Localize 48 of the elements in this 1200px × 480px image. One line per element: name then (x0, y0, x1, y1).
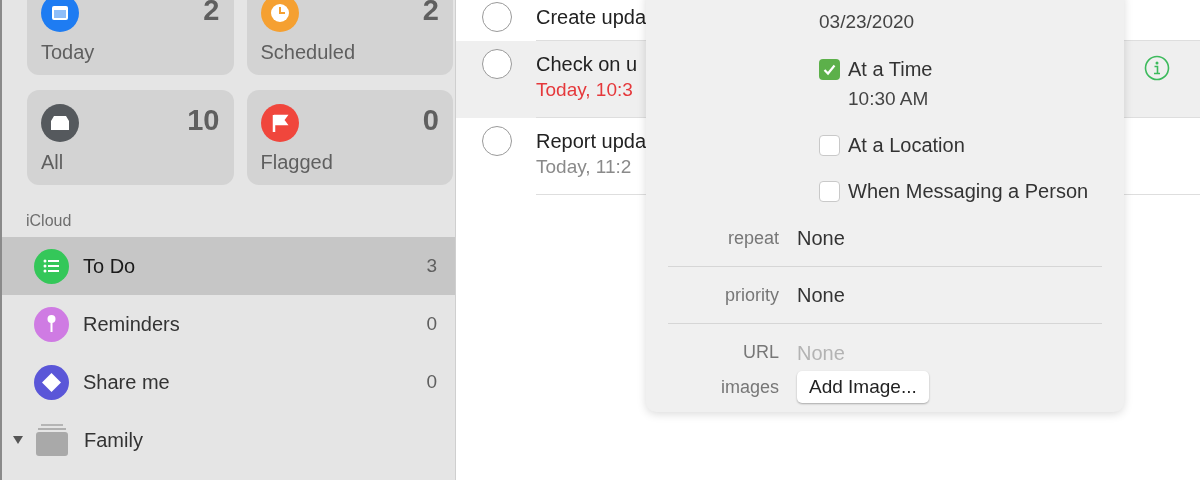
card-label: All (41, 152, 65, 172)
reminder-date[interactable]: 03/23/2020 (819, 9, 915, 35)
count: 0 (422, 106, 439, 135)
list-count: 0 (426, 311, 437, 336)
field-label: repeat (726, 226, 779, 250)
list-count: 0 (426, 369, 437, 394)
card-label: Flagged (260, 152, 334, 172)
option-label: At a Location (848, 133, 965, 158)
card-label: Scheduled (260, 42, 357, 62)
card-label: Today (41, 42, 96, 62)
due-date: Today, 10:3 (536, 78, 633, 102)
option-detail[interactable]: 10:30 AM (848, 86, 929, 112)
info-icon[interactable] (1144, 55, 1170, 81)
disclosure-triangle-icon[interactable] (12, 434, 24, 446)
field-label: URL (742, 341, 779, 364)
count: 10 (187, 106, 220, 135)
smart-list-card[interactable]: 2 Today (27, 0, 234, 75)
sidebar-item[interactable]: Reminders 0 (2, 295, 455, 353)
checkbox[interactable] (819, 180, 840, 202)
task-title: Report upda (536, 129, 647, 154)
checkbox[interactable] (819, 58, 840, 80)
count: 2 (203, 0, 220, 25)
task-title: Create upda (536, 5, 647, 30)
field-label: images (719, 375, 779, 399)
checkbox[interactable] (819, 134, 840, 156)
sidebar-item[interactable]: Share me 0 (2, 353, 455, 411)
field-value[interactable]: None (797, 223, 845, 253)
section-heading: iCloud (25, 213, 73, 229)
list-name: Share me (83, 370, 171, 395)
folder-icon (34, 422, 70, 458)
smart-list-card[interactable]: 0 Flagged (246, 90, 453, 185)
smart-list-card[interactable]: 10 All (27, 90, 234, 185)
field-value[interactable]: None (797, 280, 845, 310)
due-date: Today, 11:2 (536, 155, 632, 179)
url-field[interactable]: None (797, 337, 1077, 368)
smart-list-card[interactable]: 2 Scheduled (246, 0, 453, 75)
sidebar-item[interactable]: To Do 3 (2, 237, 455, 295)
task-title: Check on u (536, 52, 638, 77)
list-name: Family (84, 428, 144, 453)
count: 2 (422, 0, 439, 25)
add-image-button[interactable]: Add Image... (797, 371, 929, 403)
field-label: priority (724, 283, 779, 307)
option-label: At a Time (848, 57, 933, 82)
option-label: When Messaging a Person (848, 179, 1089, 204)
sidebar-item[interactable]: Family (2, 411, 455, 469)
list-name: To Do (83, 254, 137, 279)
list-name: Reminders (83, 312, 181, 337)
list-count: 3 (426, 253, 437, 278)
